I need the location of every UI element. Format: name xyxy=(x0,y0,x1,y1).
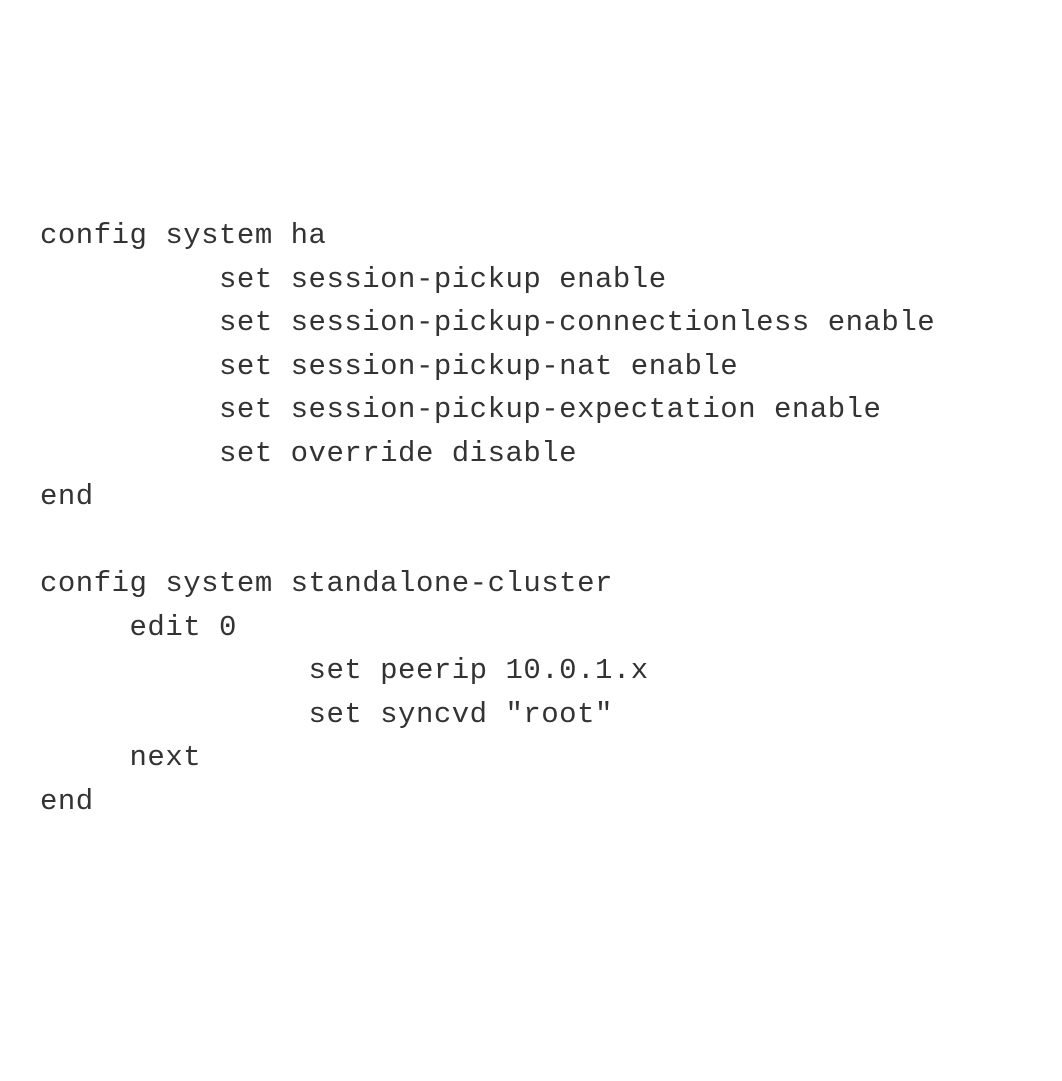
code-line: end xyxy=(40,780,1022,824)
code-line: config system standalone-cluster xyxy=(40,562,1022,606)
code-line: config system ha xyxy=(40,214,1022,258)
code-line: set peerip 10.0.1.x xyxy=(40,649,1022,693)
code-line xyxy=(40,519,1022,563)
config-code-block: config system ha set session-pickup enab… xyxy=(40,214,1022,823)
code-line: next xyxy=(40,736,1022,780)
code-line: edit 0 xyxy=(40,606,1022,650)
code-line: set session-pickup-connectionless enable xyxy=(40,301,1022,345)
code-line: end xyxy=(40,475,1022,519)
code-line: set override disable xyxy=(40,432,1022,476)
code-line: set session-pickup-nat enable xyxy=(40,345,1022,389)
code-line: set session-pickup enable xyxy=(40,258,1022,302)
code-line: set syncvd "root" xyxy=(40,693,1022,737)
code-line: set session-pickup-expectation enable xyxy=(40,388,1022,432)
